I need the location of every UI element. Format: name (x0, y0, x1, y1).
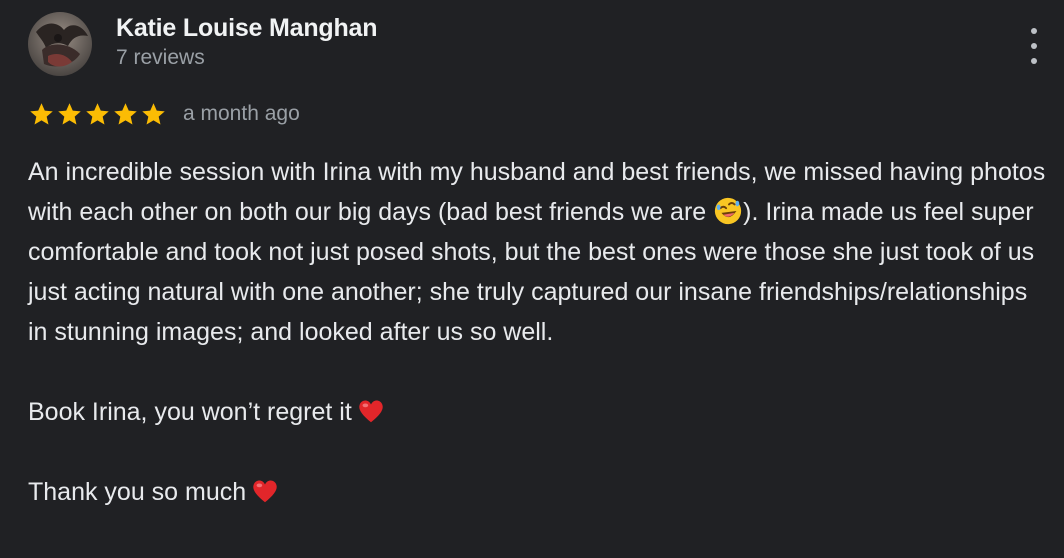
star-icon (114, 102, 137, 125)
review-text: An incredible session with Irina with my… (28, 152, 1048, 512)
avatar[interactable] (28, 12, 92, 76)
star-icon (86, 102, 109, 125)
heart-emoji-icon (359, 400, 383, 423)
star-icon (58, 102, 81, 125)
star-rating (28, 101, 167, 128)
star-icon (30, 102, 53, 125)
review-paragraph: Book Irina, you won’t regret it (28, 392, 1048, 432)
star-icon (142, 102, 165, 125)
laughing-emoji-icon (715, 197, 742, 225)
reviewer-header: Katie Louise Manghan 7 reviews (28, 12, 378, 76)
rating-row: a month ago (28, 98, 300, 130)
reviewer-name[interactable]: Katie Louise Manghan (116, 12, 378, 44)
review-count: 7 reviews (116, 46, 205, 69)
more-vert-dot (1031, 43, 1037, 49)
more-options-button[interactable] (1026, 28, 1042, 64)
more-vert-icon (1031, 28, 1037, 34)
review-date: a month ago (183, 102, 300, 125)
review-paragraph: An incredible session with Irina with my… (28, 152, 1048, 352)
review-card: Katie Louise Manghan 7 reviews a month a… (0, 0, 1064, 558)
review-paragraph-text: Thank you so much (28, 478, 247, 506)
reviewer-info: Katie Louise Manghan 7 reviews (116, 12, 378, 72)
review-paragraph-text: Book Irina, you won’t regret it (28, 398, 352, 426)
more-vert-dot (1031, 58, 1037, 64)
review-paragraph: Thank you so much (28, 472, 1048, 512)
heart-emoji-icon (253, 480, 277, 503)
